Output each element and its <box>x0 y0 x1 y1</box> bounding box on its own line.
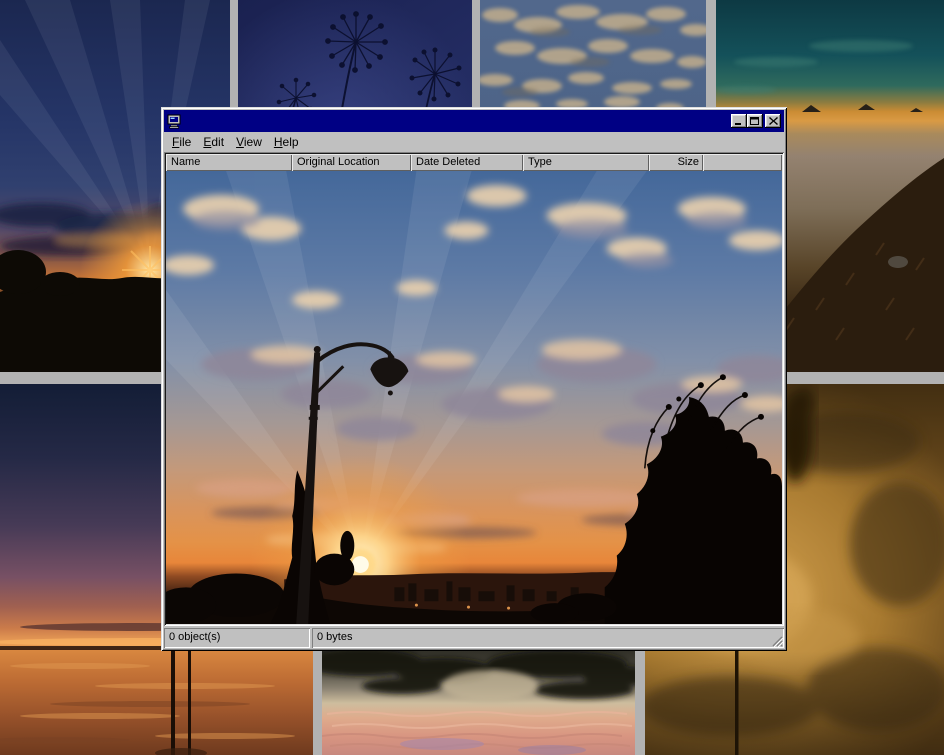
status-object-count: 0 object(s) <box>164 628 310 648</box>
window-titlebar[interactable] <box>164 110 784 132</box>
window-content-photo[interactable] <box>166 171 782 624</box>
column-header-original-location[interactable]: Original Location <box>292 154 411 171</box>
status-bar: 0 object(s) 0 bytes <box>164 628 784 648</box>
recycle-bin-window: File Edit View Help Name Original Locati… <box>161 107 787 651</box>
menu-file[interactable]: File <box>166 133 197 152</box>
window-computer-icon <box>167 114 183 129</box>
resize-grip-icon[interactable] <box>770 634 783 647</box>
maximize-button[interactable] <box>747 114 763 128</box>
column-header-row: Name Original Location Date Deleted Type… <box>166 154 782 171</box>
column-header-date-deleted[interactable]: Date Deleted <box>411 154 523 171</box>
minimize-button[interactable] <box>731 114 747 128</box>
file-list-view[interactable]: Name Original Location Date Deleted Type… <box>164 152 784 626</box>
menu-help[interactable]: Help <box>268 133 305 152</box>
menu-bar: File Edit View Help <box>164 132 784 152</box>
column-header-size[interactable]: Size <box>649 154 703 171</box>
column-header-type[interactable]: Type <box>523 154 649 171</box>
status-total-size: 0 bytes <box>312 628 784 648</box>
menu-view[interactable]: View <box>230 133 268 152</box>
column-header-name[interactable]: Name <box>166 154 292 171</box>
close-button[interactable] <box>765 114 781 128</box>
column-header-empty[interactable] <box>703 154 782 171</box>
desktop-wallpaper: File Edit View Help Name Original Locati… <box>0 0 944 755</box>
menu-edit[interactable]: Edit <box>197 133 230 152</box>
